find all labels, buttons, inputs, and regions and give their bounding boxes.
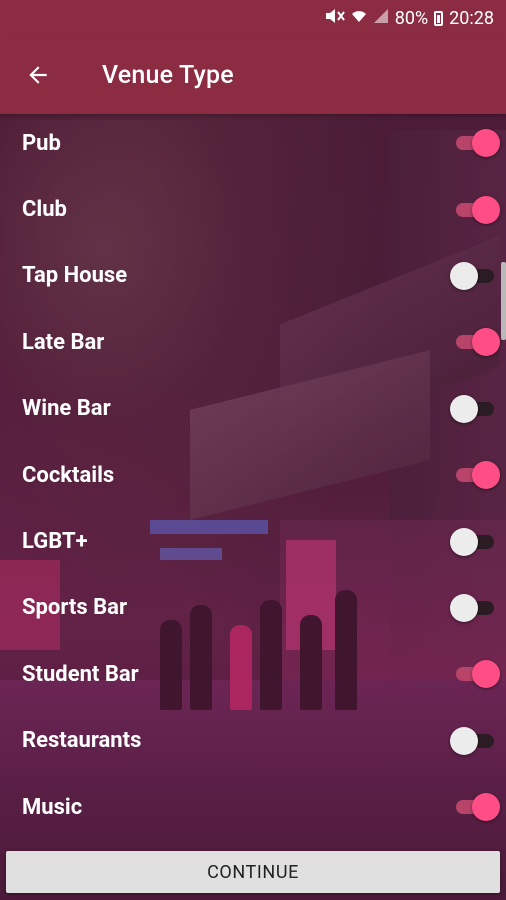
- venue-label: Music: [22, 794, 83, 820]
- signal-icon: [373, 8, 389, 28]
- app-bar: Venue Type: [0, 36, 506, 114]
- venue-toggle-pub[interactable]: [450, 128, 500, 158]
- venue-row-restaurants: Restaurants: [0, 708, 506, 774]
- venue-toggle-late-bar[interactable]: [450, 327, 500, 357]
- wifi-icon: [351, 8, 367, 28]
- venue-toggle-restaurants[interactable]: [450, 726, 500, 756]
- arrow-back-icon: [29, 66, 47, 84]
- battery-percent: 80%: [394, 7, 429, 29]
- venue-label: Tap House: [22, 263, 128, 289]
- venue-toggle-cocktails[interactable]: [450, 460, 500, 490]
- venue-toggle-club[interactable]: [450, 195, 500, 225]
- venue-row-student-bar: Student Bar: [0, 641, 506, 707]
- venue-label: Restaurants: [22, 728, 142, 754]
- venue-label: Pub: [22, 130, 61, 156]
- battery-icon: [434, 10, 444, 26]
- venue-row-lgbt: LGBT+: [0, 508, 506, 574]
- venue-label: Student Bar: [22, 661, 139, 687]
- venue-row-cocktails: Cocktails: [0, 442, 506, 508]
- venue-row-pub: Pub: [0, 110, 506, 176]
- venue-row-club: Club: [0, 176, 506, 242]
- continue-button[interactable]: CONTINUE: [6, 851, 500, 893]
- scrollbar[interactable]: [501, 262, 506, 340]
- venue-label: Club: [22, 197, 67, 223]
- venue-toggle-sports-bar[interactable]: [450, 593, 500, 623]
- venue-label: Sports Bar: [22, 595, 128, 621]
- venue-row-tap-house: Tap House: [0, 243, 506, 309]
- clock: 20:28: [449, 7, 494, 29]
- status-bar: 80% 20:28: [0, 0, 506, 36]
- venue-row-sports-bar: Sports Bar: [0, 575, 506, 641]
- venue-label: Cocktails: [22, 462, 115, 488]
- page-title: Venue Type: [102, 60, 234, 90]
- back-button[interactable]: [8, 45, 68, 105]
- venue-toggle-student-bar[interactable]: [450, 659, 500, 689]
- venue-label: Late Bar: [22, 329, 105, 355]
- venue-toggle-music[interactable]: [450, 792, 500, 822]
- venue-row-wine-bar: Wine Bar: [0, 376, 506, 442]
- venue-row-music: Music: [0, 774, 506, 840]
- venue-type-list: Pub Club Tap House Late Bar Wine Bar Coc…: [0, 110, 506, 840]
- venue-row-late-bar: Late Bar: [0, 309, 506, 375]
- venue-toggle-lgbt[interactable]: [450, 527, 500, 557]
- venue-toggle-tap-house[interactable]: [450, 261, 500, 291]
- venue-label: LGBT+: [22, 529, 88, 555]
- mute-icon: [325, 8, 345, 28]
- venue-label: Wine Bar: [22, 396, 111, 422]
- venue-toggle-wine-bar[interactable]: [450, 394, 500, 424]
